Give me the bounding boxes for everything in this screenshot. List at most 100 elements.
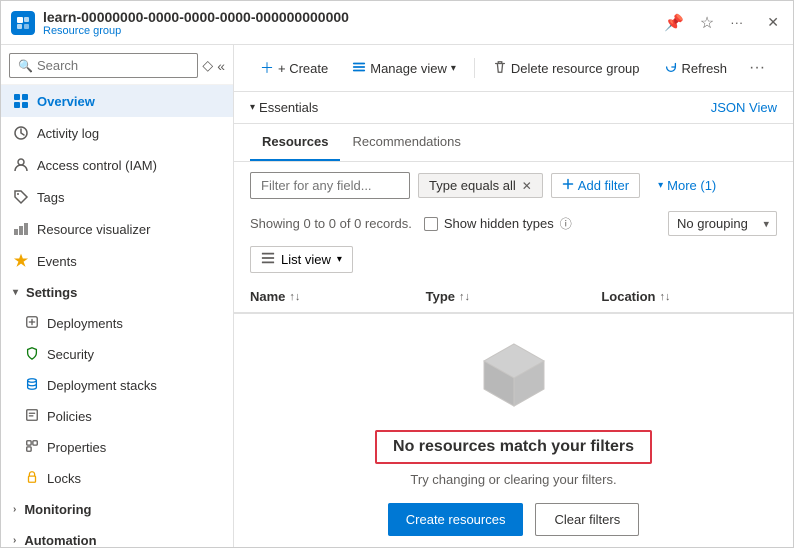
col-location[interactable]: Location ↑↓ bbox=[601, 289, 777, 304]
properties-label: Properties bbox=[47, 440, 106, 455]
show-hidden-label: Show hidden types ⓘ bbox=[424, 215, 572, 232]
info-icon[interactable]: ⓘ bbox=[560, 215, 572, 232]
locks-label: Locks bbox=[47, 471, 81, 486]
monitoring-chevron: › bbox=[13, 504, 16, 515]
resource-group-subtitle[interactable]: Resource group bbox=[43, 25, 660, 37]
no-resources-text: No resources match your filters bbox=[393, 438, 634, 455]
resource-group-icon bbox=[11, 11, 35, 35]
settings-label: Settings bbox=[26, 285, 77, 300]
col-name[interactable]: Name ↑↓ bbox=[250, 289, 426, 304]
sidebar-item-events[interactable]: Events bbox=[1, 245, 233, 277]
cube-illustration bbox=[474, 334, 554, 414]
tab-resources[interactable]: Resources bbox=[250, 124, 340, 161]
pin-icon[interactable]: 📌 bbox=[660, 11, 688, 35]
grouping-dropdown[interactable]: No grouping bbox=[668, 211, 777, 236]
tab-recommendations[interactable]: Recommendations bbox=[340, 124, 472, 161]
create-resources-button[interactable]: Create resources bbox=[388, 503, 524, 536]
add-filter-button[interactable]: Add filter bbox=[551, 173, 640, 198]
sidebar-item-tags[interactable]: Tags bbox=[1, 181, 233, 213]
title-bar-text: learn-00000000-0000-0000-0000-0000000000… bbox=[43, 9, 660, 37]
learn-more-link[interactable]: Learn more bbox=[480, 544, 546, 547]
events-label: Events bbox=[37, 254, 77, 269]
sidebar-item-deployment-stacks[interactable]: Deployment stacks bbox=[1, 370, 233, 401]
sidebar-item-access-control[interactable]: Access control (IAM) bbox=[1, 149, 233, 181]
sidebar-item-resource-visualizer[interactable]: Resource visualizer bbox=[1, 213, 233, 245]
overview-label: Overview bbox=[37, 94, 95, 109]
diamond-icon[interactable]: ◇ bbox=[202, 57, 213, 74]
deployments-icon bbox=[25, 315, 39, 332]
list-view-label: List view bbox=[281, 252, 331, 267]
json-view-link[interactable]: JSON View bbox=[711, 100, 777, 115]
list-view-chevron: ▾ bbox=[337, 254, 342, 265]
deployments-label: Deployments bbox=[47, 316, 123, 331]
settings-section-header[interactable]: ▾ Settings bbox=[1, 277, 233, 308]
sidebar-item-locks[interactable]: Locks bbox=[1, 463, 233, 494]
collapse-icon[interactable]: « bbox=[217, 58, 225, 74]
search-input[interactable] bbox=[37, 58, 189, 73]
list-view-button[interactable]: List view ▾ bbox=[250, 246, 353, 273]
stacks-icon bbox=[25, 377, 39, 394]
automation-chevron: › bbox=[13, 535, 16, 546]
add-filter-label: Add filter bbox=[578, 178, 629, 193]
type-filter-close-icon[interactable]: ✕ bbox=[522, 179, 532, 193]
more-dots-icon: ··· bbox=[749, 59, 765, 76]
empty-state: No resources match your filters Try chan… bbox=[234, 314, 793, 547]
type-filter-tag[interactable]: Type equals all ✕ bbox=[418, 173, 543, 198]
create-button[interactable]: ＋ + Create bbox=[250, 53, 338, 83]
col-type-label: Type bbox=[426, 289, 455, 304]
essentials-title[interactable]: ▾ Essentials bbox=[250, 100, 318, 115]
col-type[interactable]: Type ↑↓ bbox=[426, 289, 602, 304]
tags-label: Tags bbox=[37, 190, 64, 205]
essentials-label: Essentials bbox=[259, 100, 318, 115]
sidebar-item-properties[interactable]: Properties bbox=[1, 432, 233, 463]
security-label: Security bbox=[47, 347, 94, 362]
sidebar-item-monitoring[interactable]: › Monitoring bbox=[1, 494, 233, 525]
sidebar-item-automation[interactable]: › Automation bbox=[1, 525, 233, 547]
clear-filters-button[interactable]: Clear filters bbox=[535, 503, 639, 536]
list-view-icon bbox=[261, 251, 275, 268]
sidebar-item-deployments[interactable]: Deployments bbox=[1, 308, 233, 339]
col-name-label: Name bbox=[250, 289, 285, 304]
sidebar-item-policies[interactable]: Policies bbox=[1, 401, 233, 432]
automation-label: Automation bbox=[24, 533, 96, 547]
title-bar-actions: 📌 ☆ ··· ✕ bbox=[660, 11, 783, 35]
resource-group-title: learn-00000000-0000-0000-0000-0000000000… bbox=[43, 9, 660, 25]
empty-actions: Create resources Clear filters bbox=[388, 503, 639, 536]
settings-chevron: ▾ bbox=[13, 287, 18, 298]
records-count: Showing 0 to 0 of 0 records. bbox=[250, 216, 412, 231]
search-box: 🔍 ◇ « bbox=[1, 45, 233, 85]
essentials-bar: ▾ Essentials JSON View bbox=[234, 92, 793, 124]
delete-icon bbox=[493, 60, 507, 77]
events-icon bbox=[13, 253, 29, 269]
tags-icon bbox=[13, 189, 29, 205]
filter-input[interactable] bbox=[250, 172, 410, 199]
star-icon[interactable]: ☆ bbox=[696, 11, 718, 35]
tab-recommendations-label: Recommendations bbox=[352, 134, 460, 149]
more-filters-button[interactable]: ▾ More (1) bbox=[648, 174, 726, 197]
manage-view-label: Manage view bbox=[370, 61, 447, 76]
filter-hint: Try changing or clearing your filters. bbox=[410, 472, 616, 487]
create-label: + Create bbox=[278, 61, 328, 76]
activity-icon bbox=[13, 125, 29, 141]
show-hidden-checkbox[interactable] bbox=[424, 217, 438, 231]
refresh-button[interactable]: Refresh bbox=[654, 55, 738, 82]
manage-view-chevron: ▾ bbox=[451, 63, 456, 74]
close-icon[interactable]: ✕ bbox=[763, 12, 783, 33]
deployment-stacks-label: Deployment stacks bbox=[47, 378, 157, 393]
sidebar-item-activity-log[interactable]: Activity log bbox=[1, 117, 233, 149]
tabs-bar: Resources Recommendations bbox=[234, 124, 793, 162]
more-icon[interactable]: ··· bbox=[726, 13, 747, 32]
manage-view-button[interactable]: Manage view ▾ bbox=[342, 55, 466, 82]
policies-label: Policies bbox=[47, 409, 92, 424]
delete-button[interactable]: Delete resource group bbox=[483, 55, 650, 82]
overview-icon bbox=[13, 93, 29, 109]
sidebar-item-overview[interactable]: Overview bbox=[1, 85, 233, 117]
toolbar: ＋ + Create Manage view ▾ Delete resource… bbox=[234, 45, 793, 92]
manage-view-icon bbox=[352, 60, 366, 77]
more-button[interactable]: ··· bbox=[741, 54, 773, 82]
no-resources-box: No resources match your filters bbox=[375, 430, 652, 464]
delete-label: Delete resource group bbox=[511, 61, 640, 76]
search-input-wrap: 🔍 bbox=[9, 53, 198, 78]
sidebar-item-security[interactable]: Security bbox=[1, 339, 233, 370]
col-location-sort-icon: ↑↓ bbox=[660, 291, 671, 303]
